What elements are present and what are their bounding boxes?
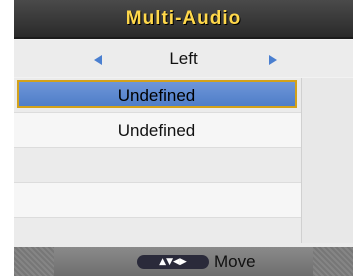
scrollbar[interactable] bbox=[301, 78, 353, 243]
title-bar: Multi-Audio bbox=[14, 0, 353, 39]
footer-bar: ▲▼◀▶ Move bbox=[14, 247, 353, 276]
arrow-keys-icon: ▲▼◀▶ bbox=[137, 255, 209, 269]
list-item-label: Undefined bbox=[117, 86, 196, 105]
audio-channel-value: Left bbox=[169, 49, 198, 68]
footer-decoration-right bbox=[313, 247, 353, 276]
multi-audio-panel: Multi-Audio Left Undefined Undefined ▲▼◀… bbox=[14, 0, 353, 276]
footer-decoration-left bbox=[14, 247, 54, 276]
triangle-right-icon[interactable] bbox=[269, 55, 277, 65]
audio-channel-selector[interactable]: Left bbox=[14, 40, 353, 77]
page-title: Multi-Audio bbox=[125, 8, 242, 29]
footer-move-label: Move bbox=[214, 252, 256, 271]
list-item-label: Undefined bbox=[117, 121, 196, 140]
